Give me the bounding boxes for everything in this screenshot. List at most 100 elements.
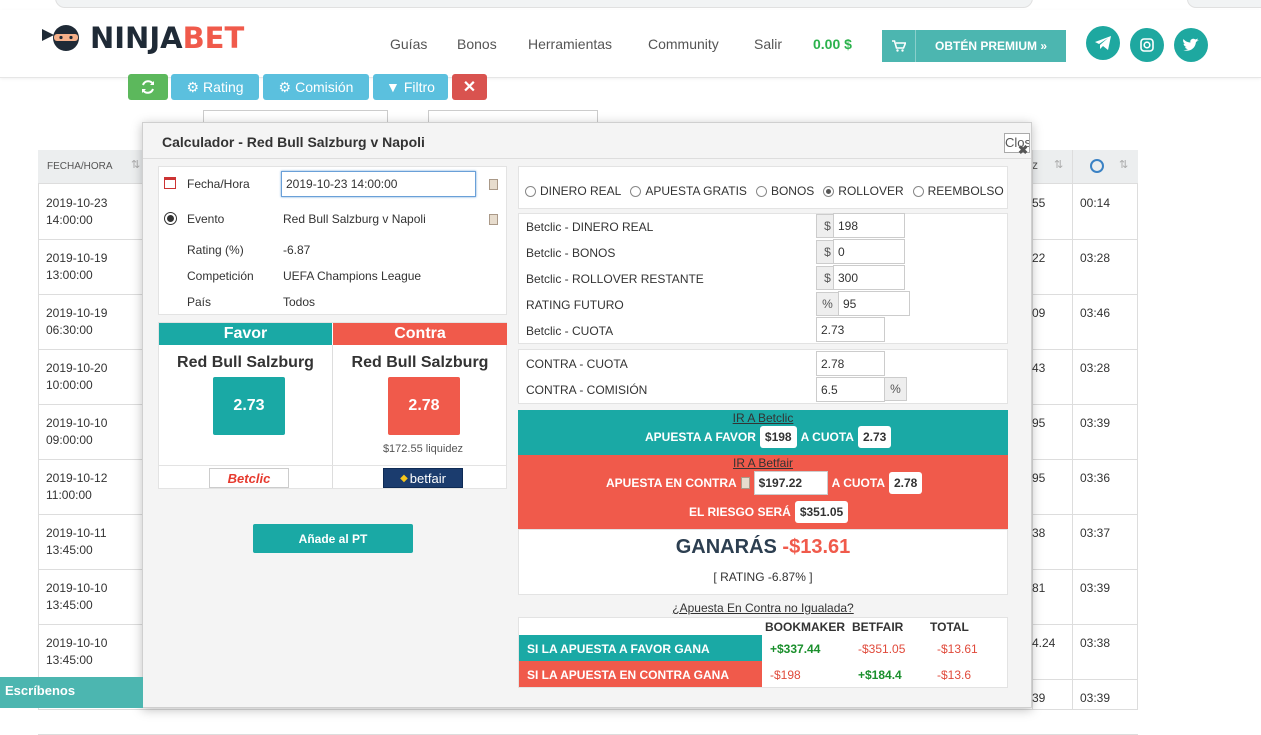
cell-fecha: 2019-10-10 13:45:00 [46,580,107,614]
clear-button[interactable]: ✕ [452,74,487,100]
clipboard-icon[interactable] [740,477,750,489]
field-label: Betclic - ROLLOVER RESTANTE [526,272,704,286]
filtro-button[interactable]: ▼ Filtro [373,74,448,100]
favor-odd[interactable]: 2.73 [213,377,285,435]
telegram-icon[interactable] [1086,26,1120,60]
add-pt-button[interactable]: Añade al PT [253,524,413,553]
cell-time-left: 03:46 [1080,306,1111,320]
soccer-ball-icon [164,212,177,225]
browser-extension-area [1187,0,1261,8]
ninja-icon [42,25,79,51]
field-label: Betclic - BONOS [526,246,616,260]
cell-value: 4.24 [1032,636,1056,650]
ir-a-betfair-link[interactable]: IR A Betfair [518,456,1008,470]
cell-value: 09 [1032,306,1046,320]
summary-header-total: TOTAL [930,620,969,634]
summary-row-favor-label: SI LA APUESTA A FAVOR GANA [527,642,710,656]
nav-bonos[interactable]: Bonos [457,36,497,52]
radio-icon[interactable] [525,185,536,197]
mode-label: APUESTA GRATIS [645,184,747,198]
chat-widget[interactable]: Escríbenos [0,677,143,708]
favor-bet-line: APUESTA A FAVOR $198 A CUOTA 2.73 [645,426,892,448]
sort-icon[interactable]: ⇅ [131,158,140,171]
ir-a-betclic-link[interactable]: IR A Betclic [518,411,1008,425]
contra-field-input[interactable]: 6.5 [816,377,885,402]
sort-icon[interactable]: ⇅ [1054,158,1063,171]
col-divider [1072,150,1073,710]
field-input[interactable]: 95 [838,291,910,316]
field-input[interactable]: 198 [833,213,905,238]
field-input[interactable]: 300 [833,265,905,290]
cell-fecha: 2019-10-19 06:30:00 [46,305,107,339]
rating-label: Rating (%) [187,243,244,257]
contra-odd[interactable]: 2.78 [388,377,460,435]
contra-bet-amount[interactable]: $197.22 [753,471,828,495]
cell-date: 2019-10-11 [46,526,107,540]
contra-bet-line: APUESTA EN CONTRA $197.22 A CUOTA 2.78 [606,471,923,495]
cell-value: 38 [1032,526,1046,540]
field-label: Betclic - DINERO REAL [526,220,654,234]
mode-label: REEMBOLSO [927,184,1004,198]
contra-field-input[interactable]: 2.78 [816,351,885,376]
cell-time: 13:45:00 [46,598,93,612]
mode-option[interactable]: BONOS [755,184,814,198]
col-fecha-hora[interactable]: FECHA/HORA [47,161,113,172]
contra-header: Contra [333,323,507,345]
cell-time-left: 03:39 [1080,691,1111,705]
chat-label: Escríbenos [5,683,76,698]
logo-text: NINJABET [90,21,245,55]
field-input[interactable]: 0 [833,239,905,264]
cell-fecha: 2019-10-11 13:45:00 [46,525,107,559]
result-rating: [ RATING -6.87% ] [713,570,813,584]
contra-field-label: CONTRA - COMISIÓN [526,383,648,397]
comision-button[interactable]: ⚙ Comisión [263,74,369,100]
radio-icon[interactable] [823,185,835,197]
calendar-icon [164,177,176,189]
fecha-label: Fecha/Hora [187,177,250,191]
liquidez: $172.55 liquidez [382,443,464,455]
mode-option[interactable]: REEMBOLSO [912,184,1004,198]
address-bar[interactable] [55,0,1033,8]
field-label: Betclic - CUOTA [526,324,614,338]
nav-salir[interactable]: Salir [754,36,782,52]
cell-time: 13:45:00 [46,653,93,667]
evento-label: Evento [187,212,225,226]
refresh-button[interactable] [128,74,168,100]
instagram-icon[interactable] [1130,28,1164,62]
mode-option[interactable]: ROLLOVER [823,184,904,198]
mode-option[interactable]: DINERO REAL [525,184,621,198]
betclic-logo-text: Betclic [227,470,271,486]
cart-icon [882,30,916,62]
radio-icon[interactable] [912,185,924,197]
nav-community[interactable]: Community [648,36,719,52]
mode-option[interactable]: APUESTA GRATIS [630,184,747,198]
field-input[interactable]: 2.73 [816,317,885,342]
cell-value: 43 [1032,361,1046,375]
betfair-logo[interactable]: ◆ betfair [383,468,463,488]
cell-time-left: 03:28 [1080,361,1111,375]
nav-guias[interactable]: Guías [390,36,427,52]
result-line: GANARÁS -$13.61 [518,536,1008,559]
clock-icon[interactable] [1090,159,1104,173]
rating-button[interactable]: ⚙ Rating [171,74,259,100]
radio-icon[interactable] [630,185,642,197]
close-icon[interactable]: ✖ [1018,143,1028,157]
unmatched-link[interactable]: ¿Apuesta En Contra no Igualada? [518,601,1008,615]
radio-icon[interactable] [755,185,767,197]
sort-icon[interactable]: ⇅ [1119,158,1128,171]
summary-row-favor-betfair: -$351.05 [858,642,906,656]
twitter-icon[interactable] [1174,28,1208,62]
favor-bet-text: APUESTA A FAVOR [645,430,756,444]
logo[interactable]: NINJABET [40,20,244,56]
fecha-input[interactable]: 2019-10-23 14:00:00 [281,171,476,197]
cell-fecha: 2019-10-19 13:00:00 [46,250,107,284]
summary-row-contra-bookmaker: -$198 [770,668,801,682]
betclic-logo[interactable]: Betclic [209,468,289,488]
premium-button[interactable]: OBTÉN PREMIUM » [882,30,1066,62]
riesgo-value: $351.05 [794,501,849,523]
clipboard-icon[interactable] [489,179,498,190]
rating-label: Rating [203,79,244,95]
clipboard-icon[interactable] [489,214,498,225]
nav-herramientas[interactable]: Herramientas [528,36,612,52]
betfair-logo-text: betfair [409,470,446,486]
